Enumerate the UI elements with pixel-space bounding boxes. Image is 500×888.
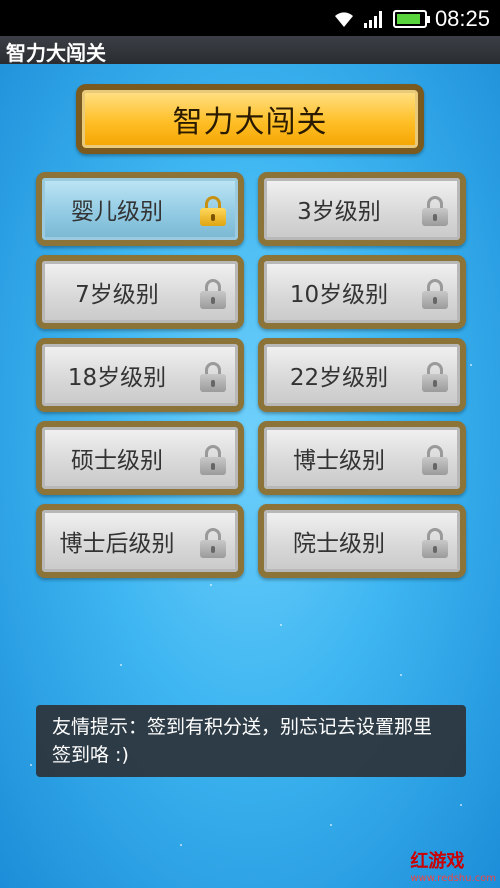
level-button-academician[interactable]: 院士级别 bbox=[258, 504, 466, 578]
level-button-postdoc[interactable]: 博士后级别 bbox=[36, 504, 244, 578]
level-label: 婴儿级别 bbox=[71, 199, 163, 225]
sparkle bbox=[470, 364, 472, 366]
level-label: 18岁级别 bbox=[67, 365, 167, 391]
level-select-screen: 智力大闯关 婴儿级别 3岁级别 7岁级别 10岁级别 18岁级别 22岁级别 硕… bbox=[0, 64, 500, 888]
level-label: 7岁级别 bbox=[75, 282, 159, 308]
level-button-age-18[interactable]: 18岁级别 bbox=[36, 338, 244, 412]
wifi-icon bbox=[334, 12, 353, 27]
lock-icon bbox=[422, 196, 448, 226]
level-button-master[interactable]: 硕士级别 bbox=[36, 421, 244, 495]
watermark-brand: 红游戏 bbox=[410, 851, 465, 872]
sparkle bbox=[400, 674, 402, 676]
sparkle bbox=[30, 764, 32, 766]
level-label: 博士级别 bbox=[293, 448, 385, 474]
watermark-url: www.redshu.com bbox=[410, 873, 496, 884]
lock-icon bbox=[422, 528, 448, 558]
sparkle bbox=[330, 824, 332, 826]
level-button-age-22[interactable]: 22岁级别 bbox=[258, 338, 466, 412]
hint-toast: 友情提示：签到有积分送，别忘记去设置那里签到咯 :) bbox=[36, 705, 466, 777]
level-button-doctor[interactable]: 博士级别 bbox=[258, 421, 466, 495]
lock-icon bbox=[422, 279, 448, 309]
level-label: 3岁级别 bbox=[297, 199, 381, 225]
level-label: 博士后级别 bbox=[59, 531, 175, 557]
lock-icon bbox=[422, 362, 448, 392]
sparkle bbox=[280, 624, 282, 626]
level-button-age-10[interactable]: 10岁级别 bbox=[258, 255, 466, 329]
level-button-age-3[interactable]: 3岁级别 bbox=[258, 172, 466, 246]
level-label: 22岁级别 bbox=[289, 365, 389, 391]
signal-icon bbox=[363, 11, 382, 28]
app-title-bar: 智力大闯关 bbox=[0, 36, 500, 65]
clock: 08:25 bbox=[434, 6, 490, 31]
game-title-banner: 智力大闯关 bbox=[76, 84, 424, 154]
sparkle bbox=[120, 664, 122, 666]
level-button-age-7[interactable]: 7岁级别 bbox=[36, 255, 244, 329]
lock-icon bbox=[200, 445, 226, 475]
level-label: 院士级别 bbox=[293, 531, 385, 557]
status-bar: 08:25 bbox=[0, 0, 500, 36]
level-button-baby[interactable]: 婴儿级别 bbox=[36, 172, 244, 246]
level-label: 10岁级别 bbox=[289, 282, 389, 308]
app-title: 智力大闯关 bbox=[6, 41, 106, 65]
lock-icon bbox=[200, 279, 226, 309]
sparkle bbox=[180, 844, 182, 846]
sparkle bbox=[210, 584, 212, 586]
lock-icon bbox=[422, 445, 448, 475]
sparkle bbox=[460, 804, 462, 806]
lock-icon bbox=[200, 196, 226, 226]
lock-icon bbox=[200, 528, 226, 558]
battery-icon bbox=[392, 10, 430, 28]
lock-icon bbox=[200, 362, 226, 392]
banner-title: 智力大闯关 bbox=[172, 105, 328, 140]
level-label: 硕士级别 bbox=[71, 448, 163, 474]
watermark-logo: 红游戏 www.redshu.com bbox=[410, 847, 496, 884]
